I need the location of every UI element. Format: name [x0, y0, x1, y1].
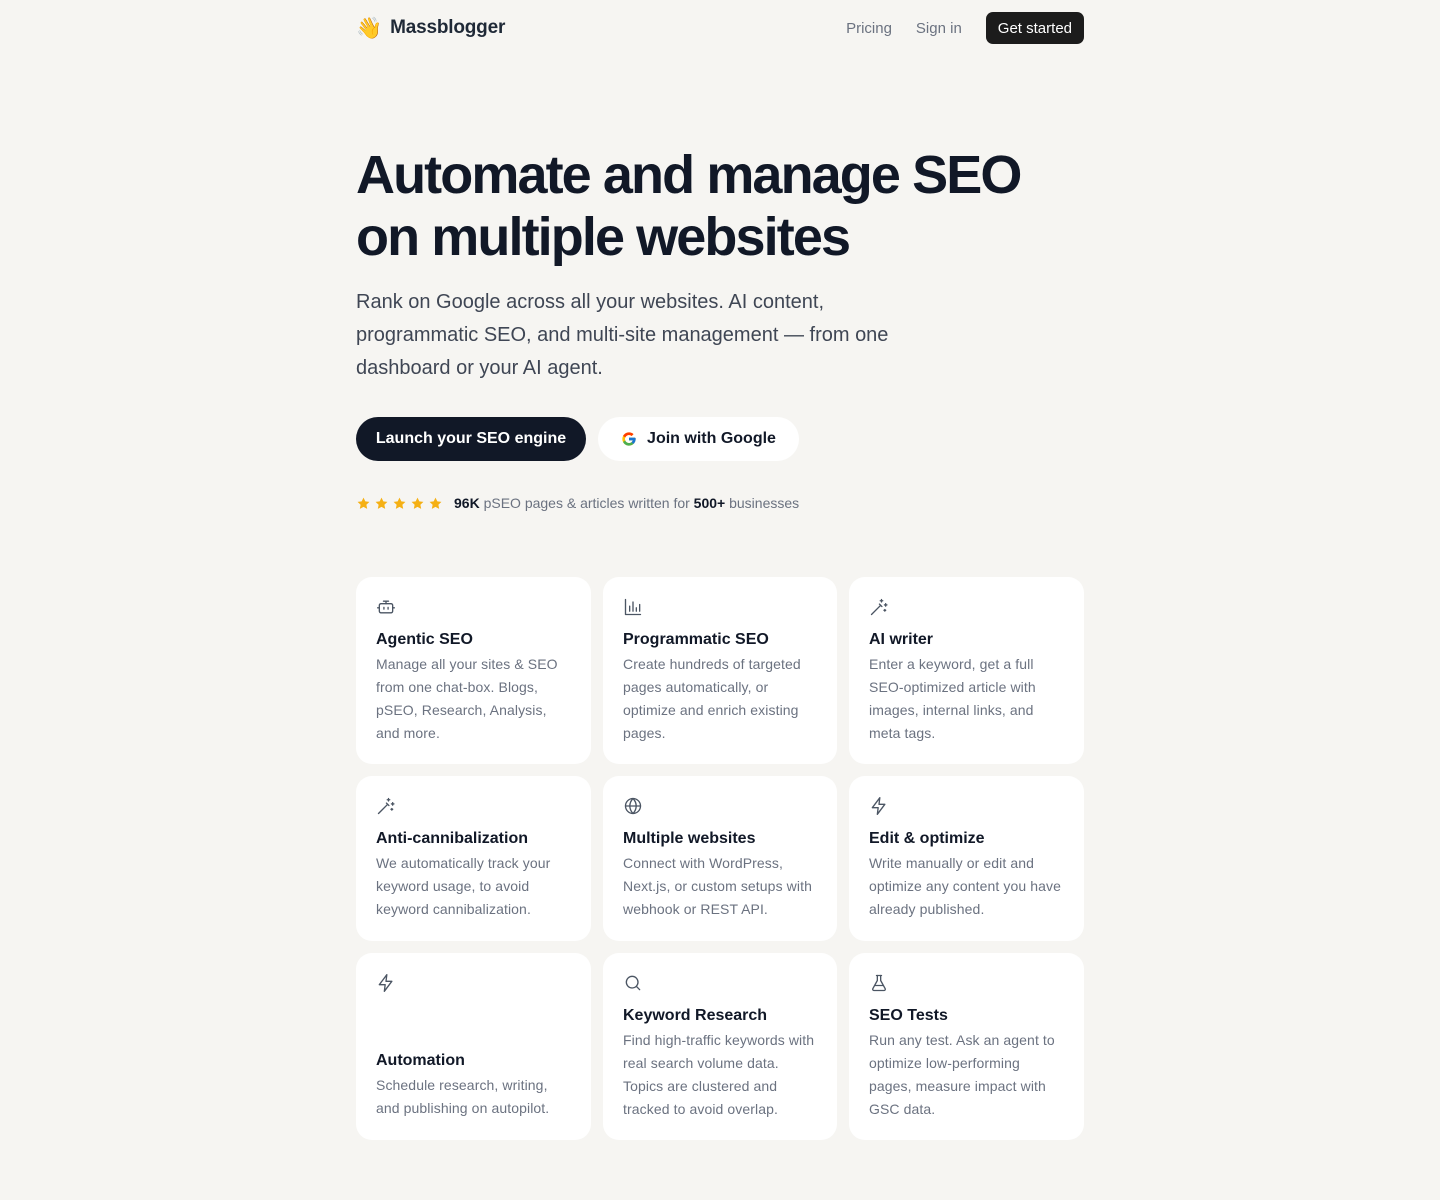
lightning-icon [378, 974, 393, 992]
businesses-count: 500+ [693, 495, 726, 511]
star-icon [357, 497, 370, 509]
nav-links: Pricing Sign in Get started [846, 12, 1084, 44]
launch-seo-engine-button[interactable]: Launch your SEO engine [356, 417, 586, 461]
feature-description: Schedule research, writing, and publishi… [376, 1077, 550, 1116]
proof-text-end: businesses [725, 495, 800, 511]
pages-count: 96K [454, 495, 480, 511]
feature-title: SEO Tests [869, 1007, 948, 1024]
feature-card-programmatic-seo[interactable]: Programmatic SEO Create hundreds of targ… [603, 577, 837, 764]
star-icon [429, 497, 442, 509]
join-with-google-button[interactable]: Join with Google [598, 417, 799, 461]
hero-title-line-2: on multiple websites [356, 207, 851, 267]
bar-chart-icon [624, 598, 642, 616]
feature-description: We automatically track your keyword usag… [376, 855, 551, 917]
lightning-icon [871, 797, 886, 815]
feature-description: Run any test. Ask an agent to optimize l… [869, 1032, 1055, 1117]
feature-title: Keyword Research [623, 1007, 768, 1024]
bot-icon [377, 600, 395, 614]
social-proof: 96K pSEO pages & articles written for 50… [356, 494, 1084, 512]
hero-cta-group: Launch your SEO engine Join with Google [356, 417, 1084, 461]
star-icon [411, 497, 424, 509]
pricing-link[interactable]: Pricing [846, 20, 892, 37]
feature-title: AI writer [869, 631, 934, 648]
feature-title: Programmatic SEO [623, 631, 769, 648]
google-icon [622, 432, 636, 446]
sign-in-link[interactable]: Sign in [916, 20, 962, 37]
feature-card-agentic-seo[interactable]: Agentic SEO Manage all your sites & SEO … [356, 577, 591, 764]
waving-hand-icon: 👋 [356, 16, 383, 40]
globe-icon [624, 797, 642, 815]
feature-title: Automation [376, 1052, 465, 1069]
feature-description: Connect with WordPress, Next.js, or cust… [623, 855, 812, 917]
flask-icon [872, 974, 886, 992]
top-navigation: 👋 Massblogger Pricing Sign in Get starte… [356, 12, 1084, 44]
feature-description: Write manually or edit and optimize any … [869, 855, 1062, 917]
hero-title: Automate and manage SEO on multiple webs… [356, 144, 1084, 268]
star-icon [375, 497, 388, 509]
feature-card-automation[interactable]: Automation Schedule research, writing, a… [356, 953, 591, 1140]
rating-stars [356, 496, 443, 511]
feature-title: Multiple websites [623, 830, 756, 847]
feature-card-keyword-research[interactable]: Keyword Research Find high-traffic keywo… [603, 953, 837, 1140]
magic-wand-icon [870, 598, 888, 616]
feature-description: Manage all your sites & SEO from one cha… [376, 656, 558, 741]
feature-description: Create hundreds of targeted pages automa… [623, 656, 801, 741]
get-started-button[interactable]: Get started [985, 12, 1084, 44]
hero-title-line-1: Automate and manage SEO [356, 145, 1022, 205]
feature-card-ai-writer[interactable]: AI writer Enter a keyword, get a full SE… [849, 577, 1084, 764]
feature-card-multiple-websites[interactable]: Multiple websites Connect with WordPress… [603, 776, 837, 941]
brand-logo[interactable]: 👋 Massblogger [356, 17, 505, 39]
join-with-google-label: Join with Google [647, 430, 776, 447]
proof-text: pSEO pages & articles written for [479, 495, 694, 511]
hero-subtitle: Rank on Google across all your websites.… [356, 291, 889, 379]
feature-card-anti-cannibalization[interactable]: Anti-cannibalization We automatically tr… [356, 776, 591, 941]
star-icon [393, 497, 406, 509]
feature-description: Enter a keyword, get a full SEO-optimize… [869, 656, 1036, 741]
brand-name: Massblogger [390, 17, 506, 38]
feature-title: Anti-cannibalization [376, 830, 528, 847]
feature-description: Find high-traffic keywords with real sea… [623, 1032, 815, 1117]
feature-card-edit-optimize[interactable]: Edit & optimize Write manually or edit a… [849, 776, 1084, 941]
magic-wand-icon [377, 797, 395, 815]
feature-title: Agentic SEO [376, 631, 473, 648]
feature-title: Edit & optimize [869, 830, 985, 847]
search-icon [625, 975, 641, 991]
feature-card-seo-tests[interactable]: SEO Tests Run any test. Ask an agent to … [849, 953, 1084, 1140]
